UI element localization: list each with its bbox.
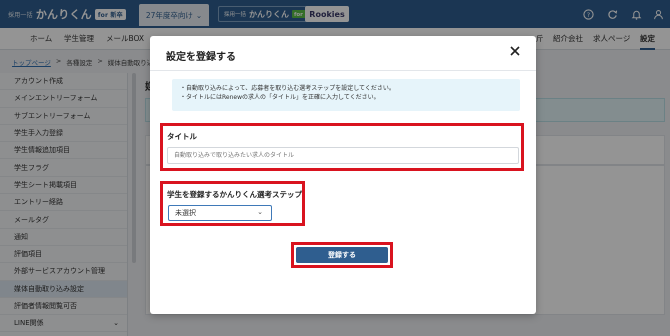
step-field-label: 学生を登録するかんりくん選考ステップ xyxy=(167,190,302,199)
chevron-down-icon: ⌄ xyxy=(257,208,263,216)
notice-line: ・自動取り込みによって、応募者を取り込む選考ステップを設定してください。 xyxy=(180,85,395,92)
title-input[interactable] xyxy=(167,147,519,164)
modal-divider xyxy=(150,70,536,71)
register-settings-modal: 設定を登録する ・自動取り込みによって、応募者を取り込む選考ステップを設定してく… xyxy=(150,36,536,314)
notice-line: ・タイトルにはRenewの求人の「タイトル」を正確に入力してください。 xyxy=(180,94,380,101)
step-select[interactable]: 未選択 ⌄ xyxy=(168,205,272,221)
register-button[interactable]: 登録する xyxy=(296,247,388,263)
title-field-label: タイトル xyxy=(167,132,197,141)
modal-notice: ・自動取り込みによって、応募者を取り込む選考ステップを設定してください。 ・タイ… xyxy=(172,79,520,111)
step-field-section: 学生を登録するかんりくん選考ステップ 未選択 ⌄ xyxy=(160,181,305,226)
modal-title: 設定を登録する xyxy=(166,52,236,63)
step-select-value: 未選択 xyxy=(175,209,196,217)
close-icon[interactable] xyxy=(508,45,522,59)
title-field-section: タイトル xyxy=(160,123,524,171)
submit-highlight: 登録する xyxy=(291,242,393,268)
